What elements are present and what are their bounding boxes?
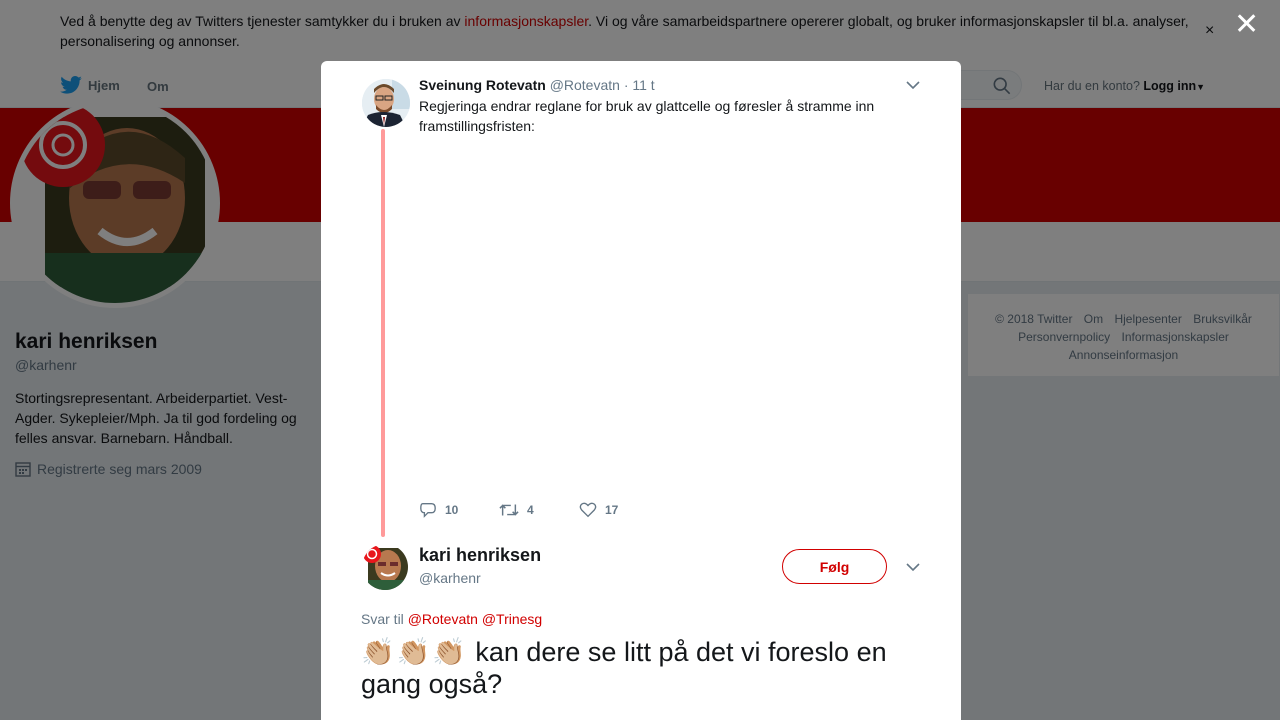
tweet1-author-handle[interactable]: @Rotevatn [550,77,620,93]
tweet2-text: 👏🏼👏🏼👏🏼 kan dere se litt på det vi foresl… [361,636,941,700]
tweet1-text: Regjeringa endrar reglane for bruk av gl… [419,98,875,134]
close-modal-button[interactable]: ✕ [1234,10,1259,40]
follow-button[interactable]: Følg [782,549,887,584]
retweet-count: 4 [527,503,534,517]
reply-mentions-link[interactable]: @Rotevatn @Trinesg [408,611,543,627]
tweet1-actions: 10 4 17 [419,501,659,519]
tweet2-author-handle[interactable]: @karhenr [419,570,481,586]
like-button[interactable]: 17 [579,501,659,519]
chevron-down-icon[interactable] [905,77,921,93]
tweet1-header: Sveinung Rotevatn @Rotevatn · 11 t [419,77,655,93]
retweet-icon [499,504,519,516]
tweet1-author-name[interactable]: Sveinung Rotevatn [419,77,546,93]
tweet1-timestamp[interactable]: · 11 t [624,77,655,93]
tweet2-avatar-photo [362,544,408,590]
reply-count: 10 [445,503,459,517]
like-count: 17 [605,503,619,517]
tweet2-author-name[interactable]: kari henriksen [419,545,541,566]
clapping-hands-emoji: 👏🏼👏🏼👏🏼 [361,637,468,667]
tweet1-avatar-photo [362,79,410,127]
tweet1-avatar[interactable] [362,79,410,127]
reply-button[interactable]: 10 [419,501,499,519]
tweet2-avatar[interactable] [362,544,408,590]
reply-to-prefix: Svar til [361,611,404,627]
reply-icon [420,503,436,518]
chevron-down-icon[interactable] [905,559,921,575]
retweet-button[interactable]: 4 [499,501,579,519]
tweet-modal: Sveinung Rotevatn @Rotevatn · 11 t Regje… [321,61,961,720]
reply-to-line: Svar til @Rotevatn @Trinesg [361,611,542,627]
thread-connector-line [381,129,385,537]
heart-icon [579,502,597,518]
